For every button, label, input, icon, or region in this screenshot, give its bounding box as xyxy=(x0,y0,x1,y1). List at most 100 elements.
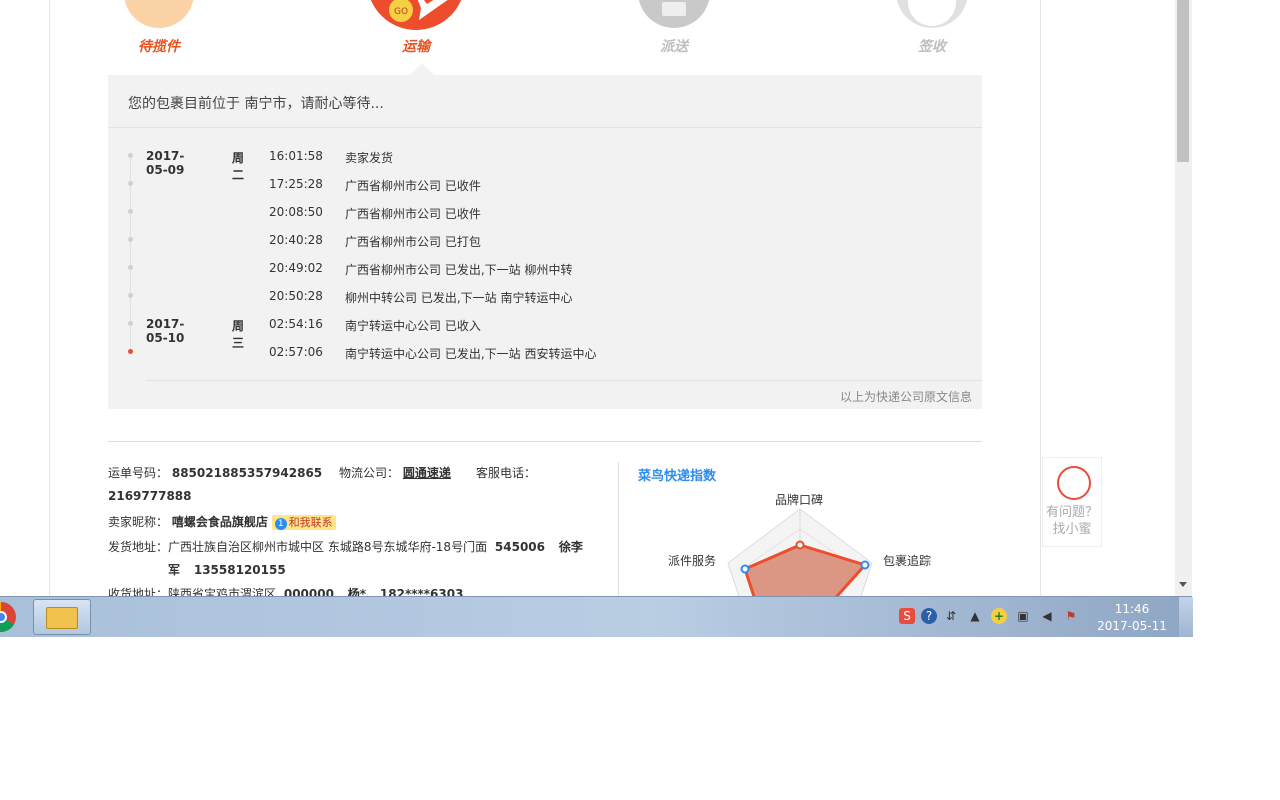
timeline-dot-current xyxy=(128,349,133,354)
event-desc: 广西省柳州市公司 已收件 xyxy=(345,179,481,193)
event-date: 2017-05-09 xyxy=(146,149,185,177)
timeline-dot xyxy=(128,293,133,298)
help-line-1: 有问题？ xyxy=(1045,505,1098,520)
assistant-avatar-icon xyxy=(1057,466,1091,500)
event-time: 20:08:50 xyxy=(269,205,323,219)
step-label: 签收 xyxy=(918,39,946,55)
cainiao-index-title[interactable]: 菜鸟快递指数 xyxy=(638,465,716,484)
help-assistant-widget[interactable]: 有问题？ 找小蜜 xyxy=(1042,457,1102,547)
ship-to-row: 收货地址：陕西省宝鸡市渭滨区 000000 杨* 182****6303 xyxy=(108,583,463,596)
contact-seller-button[interactable]: 1 和我联系 xyxy=(271,515,336,530)
current-step-pointer xyxy=(410,63,434,75)
step-label: 待揽件 xyxy=(138,39,180,55)
scrollbar-thumb[interactable] xyxy=(1177,0,1189,162)
tracking-panel: 您的包裹目前位于 南宁市，请耐心等待... 2017-05-09 周二 16:0… xyxy=(108,75,982,409)
radar-chart xyxy=(727,508,873,596)
event-desc: 南宁转运中心公司 已收入 xyxy=(345,319,481,333)
help-line-2: 找小蜜 xyxy=(1052,522,1092,537)
ship-from-zip: 545006 xyxy=(494,540,546,554)
ship-to-name: 杨* xyxy=(347,587,367,596)
ship-to-zip: 000000 xyxy=(283,587,334,596)
show-hidden-icons-icon[interactable]: ▲ xyxy=(967,608,983,624)
timeline-dot xyxy=(128,321,133,326)
timeline-dot xyxy=(128,181,133,186)
event-weekday: 周二 xyxy=(232,151,245,182)
ship-to-address: 陕西省宝鸡市渭滨区 xyxy=(168,587,277,596)
section-divider xyxy=(108,441,982,442)
seller-name[interactable]: 嘻螺会食品旗舰店 xyxy=(172,515,268,529)
flag-alert-icon[interactable]: ⚑ xyxy=(1063,608,1079,624)
help-icon[interactable]: ? xyxy=(921,608,937,624)
event-desc: 广西省柳州市公司 已打包 xyxy=(345,235,481,249)
contact-label: 和我联系 xyxy=(288,516,333,529)
event-desc: 广西省柳州市公司 已发出,下一站 柳州中转 xyxy=(345,263,573,277)
chrome-taskbar-button[interactable] xyxy=(0,601,30,633)
event-time: 20:40:28 xyxy=(269,233,323,247)
event-weekday: 周三 xyxy=(232,319,245,350)
phone-number: 2169777888 xyxy=(108,485,192,508)
event-time: 20:50:28 xyxy=(269,289,323,303)
carrier-link[interactable]: 圆通速递 xyxy=(403,466,451,480)
tracking-source-note: 以上为快递公司原文信息 xyxy=(839,390,972,404)
security-icon[interactable]: + xyxy=(991,608,1007,624)
show-desktop-button[interactable] xyxy=(1178,597,1193,637)
step-label: 运输 xyxy=(402,39,430,55)
tracking-headline: 您的包裹目前位于 南宁市，请耐心等待... xyxy=(128,96,384,112)
timeline-dot xyxy=(128,237,133,242)
keyboard-icon[interactable]: ⇵ xyxy=(943,608,959,624)
event-time: 02:57:06 xyxy=(269,345,323,359)
event-desc: 卖家发货 xyxy=(345,151,394,165)
ship-from-address: 广西壮族自治区柳州市城中区 东城路8号东城华府-18号门面 xyxy=(168,540,488,554)
event-time: 16:01:58 xyxy=(269,149,323,163)
vertical-scrollbar[interactable] xyxy=(1175,0,1192,596)
help-text: 有问题？ 找小蜜 xyxy=(1043,504,1101,538)
seller-row: 卖家昵称： 嘻螺会食品旗舰店 1 和我联系 xyxy=(108,511,336,534)
timeline-dot xyxy=(128,209,133,214)
column-divider xyxy=(618,462,619,596)
divider xyxy=(146,380,982,381)
scroll-down-arrow-icon[interactable] xyxy=(1179,582,1187,587)
event-time: 20:49:02 xyxy=(269,261,323,275)
ship-to-label: 收货地址： xyxy=(108,587,169,596)
phone-label: 客服电话： xyxy=(476,466,537,480)
page-content: 待揽件 GO 运输 派送 签收 您的包裹目前位于 南宁市，请耐心等待... 20 xyxy=(0,0,1192,596)
waybill-number: 885021885357942865 xyxy=(171,466,323,480)
ship-from-row: 发货地址：广西壮族自治区柳州市城中区 东城路8号东城华府-18号门面 54500… xyxy=(108,536,583,559)
explorer-taskbar-button[interactable] xyxy=(33,599,91,635)
ship-from-name: 徐李 xyxy=(558,540,583,554)
carrier-row: 物流公司： 圆通速递 xyxy=(339,462,451,485)
waybill-label: 运单号码： xyxy=(108,466,169,480)
phone-value: 2169777888 xyxy=(108,489,192,503)
page-border-left xyxy=(49,0,50,596)
page-border-right xyxy=(1040,0,1041,596)
event-date: 2017-05-10 xyxy=(146,317,185,345)
ship-from-label: 发货地址： xyxy=(108,540,169,554)
courier-icon xyxy=(638,0,710,28)
svg-text:GO: GO xyxy=(394,7,408,17)
volume-icon[interactable]: ◀ xyxy=(1039,608,1055,624)
ship-from-name-cont: 军 xyxy=(168,563,181,577)
event-time: 02:54:16 xyxy=(269,317,323,331)
ship-to-phone: 182****6303 xyxy=(379,587,464,596)
timeline-dot xyxy=(128,265,133,270)
taskbar: S ? ⇵ ▲ + ▣ ◀ ⚑ 11:46 2017-05-11 xyxy=(0,596,1193,637)
system-clock[interactable]: 11:46 2017-05-11 xyxy=(1092,601,1172,635)
timeline-dot xyxy=(128,153,133,158)
divider xyxy=(108,127,982,128)
folder-icon xyxy=(46,607,78,629)
event-desc: 柳州中转公司 已发出,下一站 南宁转运中心 xyxy=(345,291,573,305)
sogou-ime-icon[interactable]: S xyxy=(899,608,915,624)
event-time: 17:25:28 xyxy=(269,177,323,191)
ship-from-phone: 13558120155 xyxy=(193,563,286,577)
chrome-icon xyxy=(0,602,16,632)
ship-from-row-2: 军 13558120155 xyxy=(168,559,286,582)
signature-icon xyxy=(896,0,968,28)
seller-label: 卖家昵称： xyxy=(108,515,169,529)
chat-icon: 1 xyxy=(274,518,287,530)
clock-date: 2017-05-11 xyxy=(1097,619,1167,633)
parcel-icon xyxy=(124,0,194,28)
carrier-label: 物流公司： xyxy=(339,466,400,480)
event-desc: 广西省柳州市公司 已收件 xyxy=(345,207,481,221)
waybill-row: 运单号码： 885021885357942865 xyxy=(108,462,322,485)
network-icon[interactable]: ▣ xyxy=(1015,608,1031,624)
